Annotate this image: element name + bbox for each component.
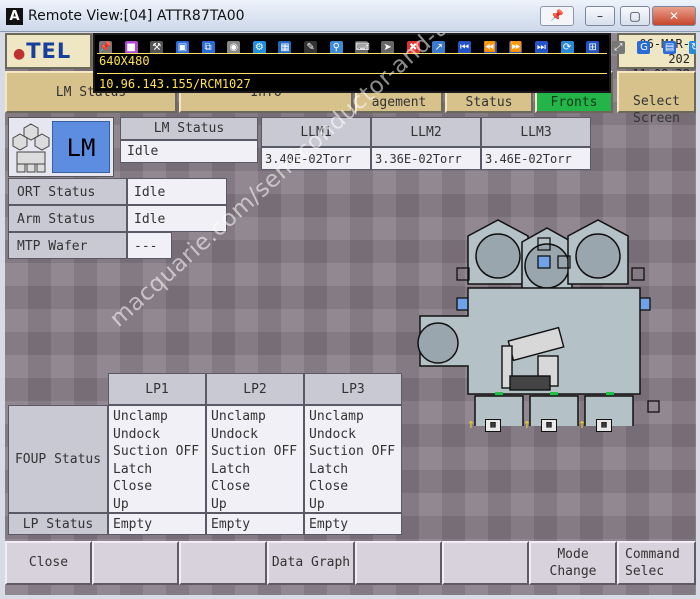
- mtp-wafer-label: MTP Wafer: [8, 232, 127, 259]
- arm-status-label: Arm Status: [8, 205, 127, 232]
- foup-line: Up: [211, 496, 227, 512]
- ort-status-label: ORT Status: [8, 178, 127, 205]
- pin-icon[interactable]: 📌: [540, 6, 574, 26]
- command-select-button[interactable]: Command Selec: [617, 541, 696, 585]
- mtp-wafer-value: ---: [127, 232, 172, 259]
- foup-line: Latch: [113, 461, 153, 477]
- window-titlebar: A Remote View:[04] ATTR87TA00 📌 – ▢ ✕: [0, 0, 700, 32]
- foup-line: Latch: [211, 461, 251, 477]
- status-indicator: [537, 255, 551, 269]
- lp1-status: Empty: [108, 513, 206, 535]
- lm-icon-panel: LM: [8, 117, 114, 177]
- foup-line: Suction OFF: [309, 444, 396, 459]
- lp3-header: LP3: [304, 373, 402, 405]
- function-key-5[interactable]: [355, 541, 442, 585]
- minimize-icon[interactable]: –: [585, 6, 615, 26]
- arrow-up-icon: ↑: [523, 417, 531, 432]
- lp1-foup-status: Unclamp Undock Suction OFF Latch Close U…: [108, 405, 206, 513]
- window-title: Remote View:[04] ATTR87TA00: [28, 8, 245, 24]
- address-text: 10.96.143.155/RCM1027: [99, 77, 251, 91]
- llm2-pressure: 3.36E-02Torr: [371, 147, 481, 170]
- ort-status-value: Idle: [127, 178, 227, 205]
- foup-line: Close: [211, 479, 251, 494]
- tool-layout-diagram[interactable]: [410, 216, 660, 426]
- lm-status-value: Idle: [120, 140, 258, 163]
- remote-view-toolbar: 📌 ■ ⚒ ▣ ⧉ ◉ ⚙ ▦ ✎ ⚲ ⌨ ➤ ✖ ↗ ⏮ ⏪ ⏩ ⏭ ⟳ ⊞ …: [93, 33, 696, 93]
- wafer-slot-icon: [575, 233, 621, 279]
- toolbar-divider: [97, 73, 607, 74]
- close-button[interactable]: Close: [5, 541, 92, 585]
- lm-label: LM: [52, 121, 110, 173]
- monitor-icon[interactable]: ▤: [663, 41, 677, 54]
- foup-line: Up: [113, 496, 129, 512]
- llm3-header: LLM3: [481, 117, 591, 147]
- lm-status-header: LM Status: [120, 117, 258, 140]
- foup-line: Undock: [211, 426, 258, 442]
- reload-icon[interactable]: ↻: [688, 41, 696, 54]
- resolution-text: 640X480: [99, 54, 150, 68]
- logo-text: TEL: [26, 39, 72, 63]
- lp3-status: Empty: [304, 513, 402, 535]
- foup-line: Close: [309, 479, 349, 494]
- foup-icon: ▩: [541, 419, 557, 432]
- maximize-icon[interactable]: ▢: [620, 6, 650, 26]
- remote-screen[interactable]: ●TEL 06-MAR-202 11:08:38 LM Status Info …: [5, 33, 696, 595]
- app-icon: A: [6, 8, 23, 25]
- lp3-foup-status: Unclamp Undock Suction OFF Latch Close U…: [304, 405, 402, 513]
- llm2-header: LLM2: [371, 117, 481, 147]
- foup-line: Suction OFF: [113, 444, 200, 459]
- tel-logo: ●TEL: [5, 33, 92, 69]
- foup-line: Undock: [113, 426, 160, 442]
- foup-status-label: FOUP Status: [8, 405, 108, 513]
- tab-label: Fronts: [550, 95, 598, 110]
- arrow-up-icon: ↑: [467, 417, 475, 432]
- lp1-header: LP1: [108, 373, 206, 405]
- function-key-2[interactable]: [92, 541, 179, 585]
- foup-icon: ▩: [596, 419, 612, 432]
- toolbar-divider: [97, 53, 607, 54]
- gui-icon[interactable]: G: [637, 41, 651, 54]
- close-icon[interactable]: ✕: [652, 6, 696, 26]
- llm3-pressure: 3.46E-02Torr: [481, 147, 591, 170]
- foup-line: Suction OFF: [211, 444, 298, 459]
- tab-label: Status: [465, 95, 513, 110]
- foup-line: Undock: [309, 426, 356, 442]
- lp2-header: LP2: [206, 373, 304, 405]
- lp-status-label: LP Status: [8, 513, 108, 535]
- fit-icon[interactable]: ⤢: [611, 41, 625, 54]
- lp2-foup-status: Unclamp Undock Suction OFF Latch Close U…: [206, 405, 304, 513]
- select-screen-button[interactable]: Select Screen: [617, 71, 696, 126]
- foup-line: Close: [113, 479, 153, 494]
- function-key-3[interactable]: [179, 541, 267, 585]
- function-key-6[interactable]: [442, 541, 529, 585]
- hexagon-cluster-icon: [12, 123, 50, 173]
- wafer-slot-icon: [475, 233, 521, 279]
- foup-line: Up: [309, 496, 325, 512]
- status-indicator: [456, 297, 470, 311]
- mode-change-button[interactable]: Mode Change: [529, 541, 617, 585]
- tab-label: Select Screen: [633, 94, 680, 126]
- arrow-up-icon: ↑: [578, 417, 586, 432]
- foup-line: Unclamp: [309, 409, 364, 424]
- data-graph-button[interactable]: Data Graph: [267, 541, 355, 585]
- foup-line: Latch: [309, 461, 349, 477]
- foup-line: Unclamp: [211, 409, 266, 424]
- foup-icon: ▩: [485, 419, 501, 432]
- aligner-icon: [417, 322, 459, 364]
- foup-line: Unclamp: [113, 409, 168, 424]
- lp2-status: Empty: [206, 513, 304, 535]
